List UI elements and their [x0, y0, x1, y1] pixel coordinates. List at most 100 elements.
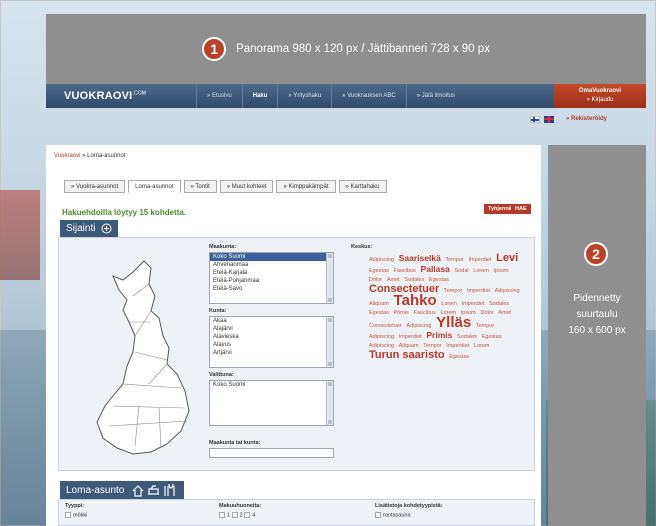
tag-cloud-link[interactable]: Tempor: [444, 288, 462, 294]
tag-cloud-link[interactable]: Levi: [496, 252, 518, 264]
tag-cloud-link[interactable]: Imperdiet: [446, 343, 469, 349]
municipality-option[interactable]: Alavieska: [210, 333, 333, 341]
finnish-flag-icon[interactable]: [530, 115, 540, 123]
account-box[interactable]: OmaVuokraovi » Kirjaudu: [554, 84, 646, 108]
municipality-option[interactable]: Artjärvi: [210, 349, 333, 357]
tag-cloud-link[interactable]: Ylläs: [436, 314, 471, 331]
tag-cloud-link[interactable]: Faucibus: [414, 310, 436, 316]
selected-item[interactable]: Koko Suomi: [210, 381, 333, 389]
main-navbar: VUOKRAOVI.COM » Etusivu Haku » Yrityshak…: [46, 84, 646, 108]
tag-cloud-link[interactable]: Amet: [498, 310, 511, 316]
extra-checkbox[interactable]: [375, 512, 381, 518]
municipality-scrollbar[interactable]: [326, 317, 333, 367]
holiday-home-panel: Tyyppi: mökki Makuuhuoneita: 1 2 4 Lisät…: [58, 499, 535, 526]
region-option[interactable]: Ahvenanmaa: [210, 261, 333, 269]
tag-cloud-link[interactable]: Tahko: [394, 292, 437, 309]
region-or-municipality-input[interactable]: [209, 448, 334, 458]
results-count: Hakuehdoilla löytyy 15 kohdetta.: [62, 208, 187, 217]
region-option[interactable]: Etelä-Karjala: [210, 269, 333, 277]
location-heading: Sijainti: [66, 223, 96, 234]
bedrooms-checkbox[interactable]: [244, 512, 251, 518]
municipality-option[interactable]: Alavus: [210, 341, 333, 349]
location-toggle-icon[interactable]: [101, 223, 112, 234]
panorama-banner[interactable]: 1 Panorama 980 x 120 px / Jättibanneri 7…: [46, 14, 646, 84]
tag-cloud-link[interactable]: Pallasa: [421, 264, 450, 274]
property-type-icons[interactable]: [132, 483, 178, 497]
bedrooms-checkbox[interactable]: [231, 512, 238, 518]
nav-post-ad[interactable]: » Jätä ilmoitus: [405, 84, 465, 108]
skyscraper-banner[interactable]: 2 Pidennetty suurtaulu 160 x 600 px: [548, 145, 646, 526]
finland-map-icon[interactable]: [89, 256, 199, 461]
tag-cloud-link[interactable]: Imperdiet: [467, 288, 490, 294]
main-content: Vuokraovi » Loma-asunnot » Vuokra-asunno…: [46, 145, 541, 526]
register-link[interactable]: » Rekisteröidy: [566, 116, 607, 122]
search-button[interactable]: HAE: [511, 204, 531, 214]
english-flag-icon[interactable]: [544, 115, 554, 123]
tag-cloud-link[interactable]: Aliquam: [369, 301, 389, 307]
tag-cloud-link[interactable]: Lorem: [474, 343, 490, 349]
tag-cloud-link[interactable]: Lorem: [473, 268, 489, 274]
tag-cloud-link[interactable]: Adipiscing: [369, 334, 394, 340]
tag-cloud-link[interactable]: Egestas: [369, 268, 389, 274]
nav-home[interactable]: » Etusivu: [196, 84, 242, 108]
selected-list[interactable]: Koko Suomi: [209, 380, 334, 426]
bedrooms-options[interactable]: 1 2 4: [219, 512, 255, 518]
region-option[interactable]: Etelä-Pohjanmaa: [210, 277, 333, 285]
selected-label: Valittuna:: [209, 372, 234, 378]
tag-cloud-link[interactable]: Faucibus: [394, 268, 416, 274]
login-link[interactable]: » Kirjaudu: [586, 97, 613, 103]
municipality-list[interactable]: Akaa Alajärvi Alavieska Alavus Artjärvi: [209, 316, 334, 368]
tag-cloud-link[interactable]: Sodal: [455, 268, 469, 274]
nav-company-search[interactable]: » Yrityshaku: [277, 84, 331, 108]
breadcrumb-root[interactable]: Vuokraovi: [54, 153, 80, 159]
region-scrollbar[interactable]: [326, 253, 333, 303]
selected-scrollbar[interactable]: [326, 381, 333, 425]
extra-info-option[interactable]: rantasauna: [375, 512, 411, 518]
tab-map-search[interactable]: » Karttahaku: [338, 180, 387, 193]
tab-holiday-homes[interactable]: Loma-asunnot: [128, 180, 181, 193]
tag-cloud-link[interactable]: Egestas: [482, 334, 502, 340]
tag-cloud-link[interactable]: Lorem: [441, 301, 457, 307]
tag-cloud-link[interactable]: Sodales: [457, 334, 477, 340]
tag-cloud-link[interactable]: Ipsum: [494, 268, 509, 274]
tab-plots[interactable]: » Tontit: [183, 180, 217, 193]
region-list[interactable]: Koko Suomi Ahvenanmaa Etelä-Karjala Etel…: [209, 252, 334, 304]
region-option[interactable]: Koko Suomi: [210, 253, 333, 261]
tab-shared-flats[interactable]: » Kimppakämpät: [276, 180, 336, 193]
municipality-option[interactable]: Alajärvi: [210, 325, 333, 333]
tag-cloud-link[interactable]: Adipiscing: [495, 288, 520, 294]
tag-cloud-link[interactable]: Imperdiet: [469, 257, 492, 263]
tag-cloud-link[interactable]: Saariselkä: [399, 253, 441, 263]
tag-cloud-link[interactable]: Turun saaristo: [369, 349, 445, 361]
site-logo[interactable]: VUOKRAOVI.COM: [46, 90, 196, 102]
holiday-home-section-header: Loma-asunto: [60, 481, 185, 499]
tag-cloud-link[interactable]: Primis: [394, 310, 409, 316]
type-checkbox[interactable]: [65, 512, 71, 518]
skyscraper-line: 160 x 600 px: [568, 325, 626, 336]
bedrooms-checkbox[interactable]: [219, 512, 225, 518]
municipality-option[interactable]: Akaa: [210, 317, 333, 325]
panorama-label: Panorama 980 x 120 px / Jättibanneri 728…: [236, 43, 490, 55]
tag-cloud-link[interactable]: Adipiscing: [406, 323, 431, 329]
language-bar: » Rekisteröidy: [530, 114, 646, 124]
tag-cloud-link[interactable]: Tempor: [476, 323, 494, 329]
tab-other[interactable]: » Muut kohteet: [219, 180, 274, 193]
tag-cloud-link[interactable]: Egestas: [449, 354, 469, 360]
tag-cloud-link[interactable]: Tempor: [446, 257, 464, 263]
type-option[interactable]: mökki: [65, 512, 87, 518]
tag-cloud-link[interactable]: Primis: [426, 330, 452, 340]
tag-cloud-link[interactable]: Imperdiet: [399, 334, 422, 340]
nav-rental-abc[interactable]: » Vuokrauksen ABC: [331, 84, 405, 108]
tag-cloud-link[interactable]: Imperdiet: [462, 301, 485, 307]
tag-cloud-link[interactable]: Egestas: [369, 310, 389, 316]
background-house: [0, 190, 40, 280]
location-section-header: Sijainti: [60, 220, 119, 237]
tag-cloud-link[interactable]: Sodales: [489, 301, 509, 307]
tag-cloud-link[interactable]: Consectetuer: [369, 323, 402, 329]
tag-cloud-link[interactable]: Dolor: [480, 310, 493, 316]
nav-search[interactable]: Haku: [241, 84, 278, 108]
tag-cloud-link[interactable]: Adipiscing: [369, 257, 394, 263]
bedrooms-option-label: 2: [239, 512, 243, 519]
region-option[interactable]: Etelä-Savo: [210, 285, 333, 293]
tab-rental-apartments[interactable]: » Vuokra-asunnot: [64, 180, 126, 193]
